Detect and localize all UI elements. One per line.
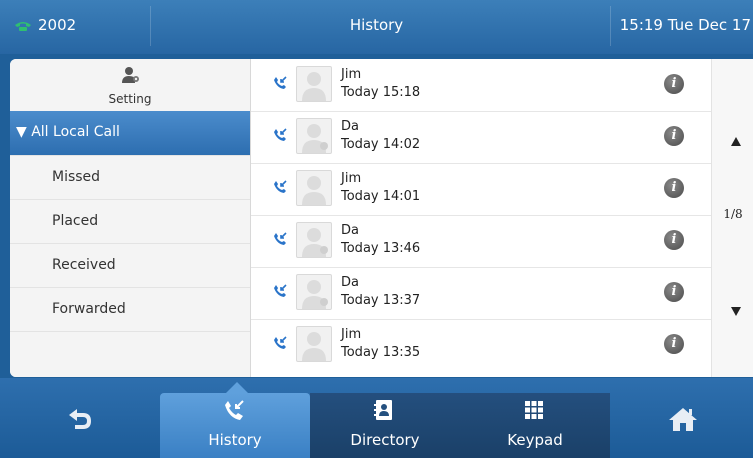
tab-keypad[interactable]: Keypad (460, 393, 610, 458)
received-call-icon (274, 232, 287, 245)
call-time: Today 13:35 (341, 345, 421, 360)
received-call-icon (274, 180, 287, 193)
sidebar: Setting ▼ All Local Call Missed Placed R… (10, 59, 251, 377)
sidebar-item-all-local-call[interactable]: ▼ All Local Call (10, 111, 250, 155)
avatar (296, 326, 332, 362)
sidebar-item-label: ▼ All Local Call (16, 124, 120, 140)
received-call-icon (274, 128, 287, 141)
page-down-icon[interactable] (731, 307, 741, 316)
avatar (296, 170, 332, 206)
contact-name: Jim (341, 67, 362, 82)
tab-label: Keypad (507, 431, 563, 449)
call-time: Today 13:37 (341, 293, 421, 308)
sidebar-empty-slot (10, 331, 250, 376)
received-call-icon (274, 76, 287, 89)
contact-name: Da (341, 275, 359, 290)
pager: 1/8 (711, 59, 753, 377)
avatar (296, 222, 332, 258)
sidebar-item-label: Forwarded (52, 301, 126, 317)
list-item[interactable]: Da Today 14:02 i (251, 111, 711, 164)
avatar (296, 274, 332, 310)
sidebar-item-forwarded[interactable]: Forwarded (10, 287, 250, 332)
sidebar-item-missed[interactable]: Missed (10, 155, 250, 200)
info-icon[interactable]: i (664, 74, 684, 94)
bottom-nav: History Directory Keypad (0, 378, 753, 458)
history-panel: Setting ▼ All Local Call Missed Placed R… (10, 59, 753, 377)
active-tab-caret (226, 382, 248, 393)
tab-label: Directory (350, 431, 420, 449)
directory-icon (374, 400, 392, 420)
list-item[interactable]: Jim Today 13:35 i (251, 319, 711, 371)
home-icon[interactable] (668, 406, 698, 432)
info-icon[interactable]: i (664, 282, 684, 302)
call-time: Today 14:02 (341, 137, 421, 152)
received-call-icon (274, 284, 287, 297)
tab-label: History (208, 431, 262, 449)
sidebar-item-label: Placed (52, 213, 99, 229)
setting-button[interactable]: Setting (10, 59, 250, 111)
contact-name: Da (341, 119, 359, 134)
call-time: Today 13:46 (341, 241, 421, 256)
sidebar-item-placed[interactable]: Placed (10, 199, 250, 244)
setting-label: Setting (108, 92, 152, 106)
contact-name: Jim (341, 327, 362, 342)
list-item[interactable]: Da Today 13:46 i (251, 215, 711, 268)
sidebar-item-label: Received (52, 257, 116, 273)
info-icon[interactable]: i (664, 126, 684, 146)
page-up-icon[interactable] (731, 137, 741, 146)
avatar (296, 118, 332, 154)
info-icon[interactable]: i (664, 230, 684, 250)
divider (610, 6, 611, 46)
user-gear-icon (122, 67, 139, 83)
keypad-icon (525, 401, 543, 419)
contact-name: Jim (341, 171, 362, 186)
call-list: Jim Today 15:18 i Da Today 14:02 i Jim T… (251, 59, 711, 377)
list-item[interactable]: Jim Today 15:18 i (251, 59, 711, 112)
list-item[interactable]: Jim Today 14:01 i (251, 163, 711, 216)
info-icon[interactable]: i (664, 178, 684, 198)
tab-directory[interactable]: Directory (310, 393, 460, 458)
list-item[interactable]: Da Today 13:37 i (251, 267, 711, 320)
received-call-icon (274, 336, 287, 349)
history-icon (225, 400, 244, 420)
status-bar: 2002 History 15:19 Tue Dec 17 (0, 0, 753, 54)
sidebar-item-label: Missed (52, 169, 101, 185)
call-time: Today 14:01 (341, 189, 421, 204)
sidebar-item-received[interactable]: Received (10, 243, 250, 288)
back-icon[interactable] (65, 407, 95, 431)
tab-history[interactable]: History (160, 393, 310, 458)
page-indicator: 1/8 (723, 207, 743, 221)
avatar (296, 66, 332, 102)
clock: 15:19 Tue Dec 17 (619, 16, 751, 34)
info-icon[interactable]: i (664, 334, 684, 354)
call-time: Today 15:18 (341, 85, 421, 100)
contact-name: Da (341, 223, 359, 238)
